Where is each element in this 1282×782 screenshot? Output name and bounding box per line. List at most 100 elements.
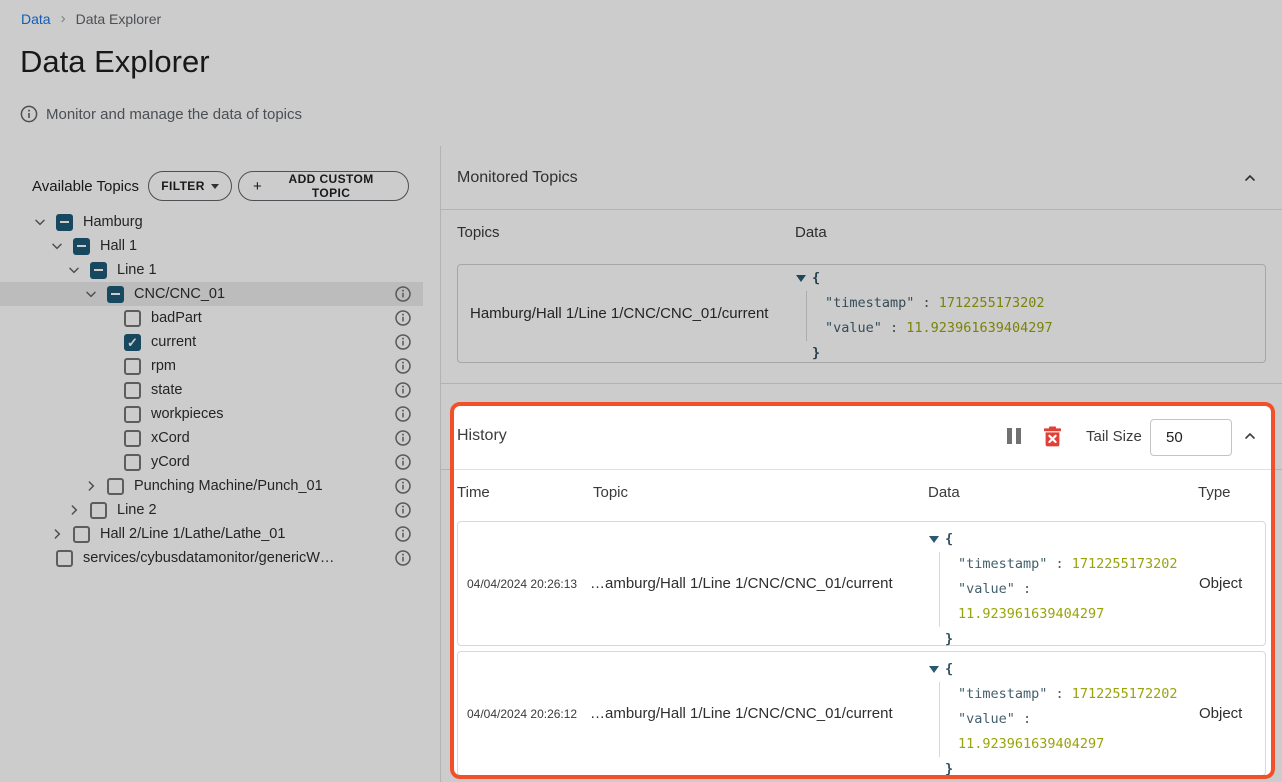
pause-icon	[1007, 428, 1012, 444]
checkbox-unchecked[interactable]	[90, 502, 107, 519]
json-entry: "timestamp" : 1712255172202	[958, 682, 1177, 707]
chevron-down-icon[interactable]	[30, 212, 50, 232]
tree-item-state[interactable]: state	[0, 378, 423, 402]
tree-item-label: current	[151, 334, 196, 350]
tree-item-line-1[interactable]: Line 1	[0, 258, 423, 282]
checkbox-indeterminate[interactable]	[90, 262, 107, 279]
tree-item-services-cybusdatamonitor-genericw-[interactable]: services/cybusdatamonitor/genericW…	[0, 546, 423, 570]
checkbox-indeterminate[interactable]	[107, 286, 124, 303]
breadcrumb: Data › Data Explorer	[21, 11, 161, 27]
info-icon[interactable]	[395, 454, 411, 470]
expander-spacer	[98, 380, 118, 400]
available-topics-title: Available Topics	[32, 178, 139, 195]
checkbox-unchecked[interactable]	[107, 478, 124, 495]
tree-item-hamburg[interactable]: Hamburg	[0, 210, 423, 234]
monitored-collapse-button[interactable]	[1238, 166, 1262, 190]
chevron-right-icon[interactable]	[81, 476, 101, 496]
tree-item-punching-machine-punch-01[interactable]: Punching Machine/Punch_01	[0, 474, 423, 498]
json-open-line: {	[812, 266, 1053, 291]
json-key: "timestamp"	[958, 686, 1047, 702]
topic-tree: HamburgHall 1 Line 1 CNC/CNC_01badPart curr…	[0, 210, 423, 570]
info-icon[interactable]	[395, 502, 411, 518]
history-row: 04/04/2024 20:26:12…amburg/Hall 1/Line 1…	[457, 651, 1266, 776]
json-number: 11.923961639404297	[958, 606, 1104, 622]
tree-item-line-2[interactable]: Line 2	[0, 498, 423, 522]
filter-button[interactable]: FILTER	[148, 171, 232, 201]
chevron-right-icon[interactable]	[47, 524, 67, 544]
collapse-triangle-icon[interactable]	[929, 536, 939, 543]
history-collapse-button[interactable]	[1238, 424, 1262, 448]
tree-item-label: Line 1	[117, 262, 157, 278]
checkbox-indeterminate[interactable]	[73, 238, 90, 255]
plus-icon: +	[253, 179, 262, 194]
expander-spacer	[98, 452, 118, 472]
checkbox-checked[interactable]	[124, 334, 141, 351]
checkbox-unchecked[interactable]	[124, 382, 141, 399]
json-viewer: {"timestamp" : 1712255173202"value" :11.…	[929, 527, 1177, 652]
breadcrumb-link-data[interactable]: Data	[21, 11, 51, 27]
chevron-down-icon[interactable]	[81, 284, 101, 304]
clear-history-button[interactable]	[1043, 403, 1062, 469]
json-value-line: 11.923961639404297	[958, 602, 1177, 627]
info-icon[interactable]	[395, 406, 411, 422]
json-entry: "timestamp" : 1712255173202	[825, 291, 1053, 316]
tree-item-workpieces[interactable]: workpieces	[0, 402, 423, 426]
info-icon[interactable]	[395, 334, 411, 350]
column-header-topic: Topic	[593, 484, 628, 501]
add-custom-topic-button[interactable]: + ADD CUSTOM TOPIC	[238, 171, 409, 201]
info-icon[interactable]	[395, 382, 411, 398]
tree-item-hall-2-line-1-lathe-lathe-01[interactable]: Hall 2/Line 1/Lathe/Lathe_01	[0, 522, 423, 546]
json-open-line: {	[945, 527, 1177, 552]
json-viewer: {"timestamp" : 1712255173202"value" : 11…	[796, 266, 1053, 366]
expander-spacer	[98, 356, 118, 376]
close-brace: }	[945, 761, 953, 777]
info-icon[interactable]	[395, 286, 411, 302]
json-body: "timestamp" : 1712255173202"value" : 11.…	[806, 291, 1053, 341]
json-colon: :	[1047, 556, 1071, 572]
checkbox-unchecked[interactable]	[124, 310, 141, 327]
checkbox-unchecked[interactable]	[124, 430, 141, 447]
json-close-line: }	[945, 627, 1177, 652]
json-number: 11.923961639404297	[958, 736, 1104, 752]
tree-item-ycord[interactable]: yCord	[0, 450, 423, 474]
tree-item-xcord[interactable]: xCord	[0, 426, 423, 450]
tree-item-label: state	[151, 382, 182, 398]
json-number: 1712255173202	[939, 295, 1045, 311]
checkbox-unchecked[interactable]	[73, 526, 90, 543]
tree-item-cnc-cnc-01[interactable]: CNC/CNC_01	[0, 282, 423, 306]
chevron-down-icon[interactable]	[47, 236, 67, 256]
history-topic: …amburg/Hall 1/Line 1/CNC/CNC_01/current	[590, 522, 893, 645]
monitored-topic-data: {"timestamp" : 1712255173202"value" : 11…	[796, 266, 1053, 366]
tree-item-badpart[interactable]: badPart	[0, 306, 423, 330]
checkbox-unchecked[interactable]	[56, 550, 73, 567]
info-icon[interactable]	[395, 358, 411, 374]
checkbox-unchecked[interactable]	[124, 454, 141, 471]
column-header-topics: Topics	[457, 224, 500, 241]
tree-item-current[interactable]: current	[0, 330, 423, 354]
history-topic: …amburg/Hall 1/Line 1/CNC/CNC_01/current	[590, 652, 893, 775]
expander-spacer	[98, 332, 118, 352]
history-data: {"timestamp" : 1712255173202"value" :11.…	[929, 527, 1177, 652]
info-icon[interactable]	[395, 430, 411, 446]
chevron-down-icon[interactable]	[64, 260, 84, 280]
open-brace: {	[945, 531, 953, 547]
pause-button[interactable]	[1007, 403, 1021, 469]
info-icon[interactable]	[395, 310, 411, 326]
info-icon[interactable]	[395, 526, 411, 542]
tree-item-rpm[interactable]: rpm	[0, 354, 423, 378]
tree-item-label: xCord	[151, 430, 190, 446]
tree-item-hall-1[interactable]: Hall 1	[0, 234, 423, 258]
checkbox-indeterminate[interactable]	[56, 214, 73, 231]
checkbox-unchecked[interactable]	[124, 358, 141, 375]
tail-size-input[interactable]	[1150, 419, 1232, 456]
json-value-line: 11.923961639404297	[958, 732, 1177, 757]
info-icon[interactable]	[395, 478, 411, 494]
collapse-triangle-icon[interactable]	[929, 666, 939, 673]
collapse-triangle-icon[interactable]	[796, 275, 806, 282]
column-header-time: Time	[457, 484, 490, 501]
info-icon[interactable]	[395, 550, 411, 566]
monitored-topics-header: Monitored Topics	[441, 146, 1282, 210]
chevron-right-icon[interactable]	[64, 500, 84, 520]
trash-delete-icon	[1043, 426, 1062, 447]
checkbox-unchecked[interactable]	[124, 406, 141, 423]
